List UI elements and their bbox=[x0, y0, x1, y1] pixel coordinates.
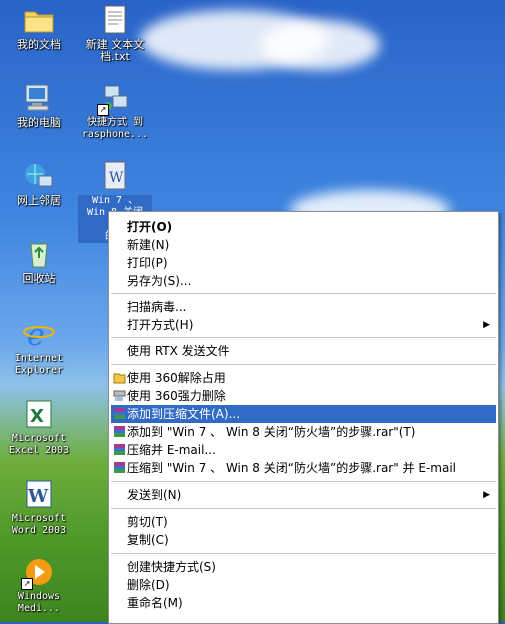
shortcut-arrow-icon: ↗ bbox=[21, 578, 33, 590]
menu-separator bbox=[111, 553, 496, 554]
menu-separator bbox=[111, 337, 496, 338]
word-icon: W bbox=[23, 478, 55, 510]
menu-item-compress-to-rar-email[interactable]: 压缩到 "Win 7 、 Win 8 关闭“防火墙”的步骤.rar" 并 E-m… bbox=[111, 459, 496, 477]
desktop-icon-word-2003[interactable]: W Microsoft Word 2003 bbox=[2, 478, 76, 537]
text-file-icon bbox=[99, 4, 131, 36]
menu-item-label: 剪切(T) bbox=[127, 515, 168, 529]
network-connection-icon: ↗ bbox=[97, 82, 131, 116]
folder-unlock-icon bbox=[113, 371, 126, 384]
menu-item-rename[interactable]: 重命名(M) bbox=[111, 594, 496, 612]
menu-separator bbox=[111, 481, 496, 482]
desktop-icon-label: 我的文档 bbox=[17, 38, 61, 51]
desktop-icon-label: 快捷方式 到 rasphone... bbox=[81, 117, 149, 140]
desktop-icon-label: Internet Explorer bbox=[14, 353, 64, 376]
media-player-icon: ↗ bbox=[21, 556, 55, 590]
word-document-icon: W bbox=[99, 160, 131, 192]
menu-item-360-unlock[interactable]: 使用 360解除占用 bbox=[111, 369, 496, 387]
menu-item-label: 添加到压缩文件(A)... bbox=[127, 407, 241, 421]
menu-item-label: 添加到 "Win 7 、 Win 8 关闭“防火墙”的步骤.rar"(T) bbox=[127, 425, 416, 439]
desktop-icon-my-computer[interactable]: 我的电脑 bbox=[2, 82, 76, 129]
cloud-decoration bbox=[260, 20, 380, 70]
desktop-icon-label: Microsoft Excel 2003 bbox=[8, 433, 70, 456]
shortcut-arrow-icon: ↗ bbox=[97, 104, 109, 116]
desktop-icon-new-text-file[interactable]: 新建 文本文 档.txt bbox=[78, 4, 152, 63]
menu-item-label: 删除(D) bbox=[127, 578, 170, 592]
desktop-icon-label: 我的电脑 bbox=[17, 116, 61, 129]
winrar-icon bbox=[113, 443, 126, 456]
internet-explorer-icon: e bbox=[23, 318, 55, 353]
menu-item-label: 使用 360强力删除 bbox=[127, 389, 226, 403]
submenu-arrow-icon: ▶ bbox=[483, 490, 490, 500]
svg-text:X: X bbox=[30, 406, 44, 427]
desktop-icon-label: 回收站 bbox=[22, 272, 56, 285]
desktop-icon-windows-media[interactable]: ↗ Windows Medi... bbox=[2, 556, 76, 615]
desktop-icon-label: 新建 文本文 档.txt bbox=[85, 38, 145, 63]
desktop-icon-label: 网上邻居 bbox=[17, 194, 61, 207]
menu-item-label: 打印(P) bbox=[127, 256, 168, 270]
menu-separator bbox=[111, 364, 496, 365]
menu-item-delete[interactable]: 删除(D) bbox=[111, 576, 496, 594]
menu-item-new[interactable]: 新建(N) bbox=[111, 236, 496, 254]
desktop-icon-internet-explorer[interactable]: e Internet Explorer bbox=[2, 318, 76, 377]
winrar-icon bbox=[113, 425, 126, 438]
menu-item-rtx-send[interactable]: 使用 RTX 发送文件 bbox=[111, 342, 496, 360]
menu-item-scan-virus[interactable]: 扫描病毒... bbox=[111, 298, 496, 316]
menu-item-label: 打开方式(H) bbox=[127, 318, 194, 332]
menu-item-label: 复制(C) bbox=[127, 533, 169, 547]
menu-item-label: 创建快捷方式(S) bbox=[127, 560, 216, 574]
menu-separator bbox=[111, 293, 496, 294]
menu-item-label: 压缩到 "Win 7 、 Win 8 关闭“防火墙”的步骤.rar" 并 E-m… bbox=[127, 461, 456, 475]
network-icon bbox=[23, 160, 55, 192]
menu-item-open-with[interactable]: 打开方式(H) ▶ bbox=[111, 316, 496, 334]
menu-item-create-shortcut[interactable]: 创建快捷方式(S) bbox=[111, 558, 496, 576]
desktop-icon-label: Microsoft Word 2003 bbox=[11, 513, 67, 536]
desktop-icon-recycle-bin[interactable]: 回收站 bbox=[2, 238, 76, 285]
desktop-icon-network-places[interactable]: 网上邻居 bbox=[2, 160, 76, 207]
menu-item-label: 重命名(M) bbox=[127, 596, 183, 610]
submenu-arrow-icon: ▶ bbox=[483, 320, 490, 330]
menu-item-open[interactable]: 打开(O) bbox=[111, 218, 496, 236]
desktop-icon-label: Windows Medi... bbox=[17, 591, 61, 614]
menu-item-cut[interactable]: 剪切(T) bbox=[111, 513, 496, 531]
svg-text:W: W bbox=[109, 170, 124, 186]
folder-icon bbox=[23, 4, 55, 36]
shredder-icon bbox=[113, 389, 126, 402]
menu-item-add-to-rar[interactable]: 添加到 "Win 7 、 Win 8 关闭“防火墙”的步骤.rar"(T) bbox=[111, 423, 496, 441]
menu-item-label: 使用 360解除占用 bbox=[127, 371, 226, 385]
menu-item-label: 使用 RTX 发送文件 bbox=[127, 344, 230, 358]
menu-item-label: 压缩并 E-mail... bbox=[127, 443, 216, 457]
menu-separator bbox=[111, 508, 496, 509]
menu-item-send-to[interactable]: 发送到(N) ▶ bbox=[111, 486, 496, 504]
menu-item-label: 打开(O) bbox=[127, 220, 173, 234]
desktop-icon-excel-2003[interactable]: X Microsoft Excel 2003 bbox=[2, 398, 76, 457]
menu-item-label: 扫描病毒... bbox=[127, 300, 187, 314]
menu-item-label: 发送到(N) bbox=[127, 488, 182, 502]
winrar-icon bbox=[113, 407, 126, 420]
menu-item-copy[interactable]: 复制(C) bbox=[111, 531, 496, 549]
desktop-icon-rasphone-shortcut[interactable]: ↗ 快捷方式 到 rasphone... bbox=[78, 82, 152, 141]
svg-text:W: W bbox=[27, 486, 49, 507]
excel-icon: X bbox=[23, 398, 55, 430]
svg-text:e: e bbox=[27, 318, 45, 350]
desktop-icon-my-documents[interactable]: 我的文档 bbox=[2, 4, 76, 51]
menu-item-print[interactable]: 打印(P) bbox=[111, 254, 496, 272]
recycle-bin-icon bbox=[23, 238, 55, 270]
menu-item-label: 新建(N) bbox=[127, 238, 170, 252]
menu-item-add-to-archive[interactable]: 添加到压缩文件(A)... bbox=[111, 405, 496, 423]
computer-icon bbox=[23, 82, 55, 114]
menu-item-360-force-delete[interactable]: 使用 360强力删除 bbox=[111, 387, 496, 405]
context-menu: 打开(O) 新建(N) 打印(P) 另存为(S)... 扫描病毒... 打开方式… bbox=[108, 211, 499, 624]
winrar-icon bbox=[113, 461, 126, 474]
menu-item-compress-email[interactable]: 压缩并 E-mail... bbox=[111, 441, 496, 459]
menu-item-label: 另存为(S)... bbox=[127, 274, 192, 288]
menu-item-save-as[interactable]: 另存为(S)... bbox=[111, 272, 496, 290]
